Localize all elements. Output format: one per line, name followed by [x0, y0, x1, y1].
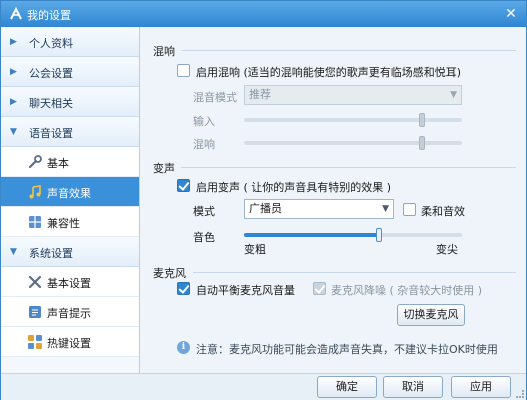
- expand-arrow-icon: ▶: [10, 97, 17, 107]
- expand-arrow-icon: ▶: [10, 37, 17, 47]
- apply-button[interactable]: 应用: [451, 376, 511, 398]
- voice-mode-value: 广播员: [249, 202, 282, 215]
- voice-change-section-title: 变声: [153, 162, 175, 175]
- sidebar-item-label: 声音效果: [47, 187, 91, 200]
- mix-mode-value: 推荐: [249, 88, 271, 101]
- reverb-level-slider[interactable]: [244, 136, 462, 150]
- enable-reverb-checkbox[interactable]: [177, 64, 190, 77]
- sidebar-category-label: 系统设置: [29, 247, 73, 260]
- section-divider: [181, 50, 516, 51]
- cancel-button[interactable]: 取消: [383, 376, 443, 398]
- sidebar-item-compatibility[interactable]: 兼容性: [1, 207, 139, 237]
- sidebar-category-label: 个人资料: [29, 37, 73, 50]
- sidebar-category-voice[interactable]: ▼ 语音设置: [1, 117, 139, 147]
- reverb-section-title: 混响: [153, 45, 175, 58]
- sidebar-category-label: 聊天相关: [29, 97, 73, 110]
- sidebar-item-label: 声音提示: [47, 307, 91, 320]
- input-level-label: 输入: [193, 115, 215, 128]
- sidebar-item-label: 基本设置: [47, 277, 91, 290]
- voice-mode-label: 模式: [193, 205, 215, 218]
- collapse-arrow-icon: ▼: [10, 247, 17, 257]
- section-divider: [193, 272, 516, 273]
- enable-reverb-label: 启用混响 (适当的混响能使您的歌声更有临场感和悦耳): [196, 66, 462, 79]
- mic-section-title: 麦克风: [153, 267, 186, 280]
- app-logo-icon: [10, 6, 22, 20]
- mix-mode-select[interactable]: 推荐 ▼: [244, 85, 462, 105]
- tone-label: 音色: [193, 231, 215, 244]
- input-level-slider[interactable]: [244, 113, 462, 127]
- enable-voice-change-checkbox[interactable]: [177, 179, 190, 192]
- keyboard-icon: [28, 335, 42, 349]
- auto-balance-checkbox[interactable]: [177, 282, 190, 295]
- title-bar[interactable]: 我的设置 ✕: [1, 1, 526, 27]
- noise-reduction-checkbox[interactable]: [313, 282, 326, 295]
- sidebar-item-hotkeys[interactable]: 热键设置: [1, 327, 139, 357]
- section-divider: [181, 167, 516, 168]
- window-title: 我的设置: [27, 9, 71, 22]
- slider-fill: [244, 233, 379, 237]
- voice-mode-select[interactable]: 广播员 ▼: [244, 199, 394, 219]
- sidebar-category-label: 公会设置: [29, 67, 73, 80]
- tone-high-label: 变尖: [436, 243, 458, 256]
- settings-content: 混响 启用混响 (适当的混响能使您的歌声更有临场感和悦耳) 混音模式 推荐 ▼ …: [141, 27, 526, 373]
- slider-thumb[interactable]: [376, 228, 382, 242]
- expand-arrow-icon: ▶: [10, 67, 17, 77]
- sidebar-item-basic-settings[interactable]: 基本设置: [1, 267, 139, 297]
- ok-button[interactable]: 确定: [317, 376, 377, 398]
- sidebar-item-sound-notify[interactable]: 声音提示: [1, 297, 139, 327]
- sidebar-item-label: 基本: [47, 157, 69, 170]
- sidebar-item-label: 兼容性: [47, 217, 80, 230]
- mix-mode-label: 混音模式: [193, 91, 237, 104]
- collapse-arrow-icon: ▼: [10, 127, 17, 137]
- close-button[interactable]: ✕: [502, 5, 520, 23]
- sidebar-category-chat[interactable]: ▶ 聊天相关: [1, 87, 139, 117]
- tone-low-label: 变粗: [244, 243, 266, 256]
- mic-note: 注意：麦克风功能可能会造成声音失真，不建议卡拉OK时使用: [196, 343, 498, 356]
- sidebar-item-label: 热键设置: [47, 337, 91, 350]
- slider-thumb[interactable]: [419, 113, 425, 127]
- auto-balance-label: 自动平衡麦克风音量: [196, 284, 295, 297]
- sidebar-category-system[interactable]: ▼ 系统设置: [1, 237, 139, 267]
- sidebar-category-profile[interactable]: ▶ 个人资料: [1, 27, 139, 57]
- settings-window: 我的设置 ✕ ▶ 个人资料 ▶ 公会设置 ▶ 聊天相关 ▼ 语音设置 基本 声音…: [0, 0, 527, 400]
- settings-sidebar: ▶ 个人资料 ▶ 公会设置 ▶ 聊天相关 ▼ 语音设置 基本 声音效果 兼容性 …: [1, 27, 140, 373]
- tone-slider[interactable]: [244, 228, 462, 242]
- dropdown-arrow-icon: ▼: [450, 90, 457, 100]
- note-icon: [29, 306, 41, 318]
- resize-grip[interactable]: [516, 390, 524, 398]
- dropdown-arrow-icon: ▼: [382, 204, 389, 214]
- sidebar-category-guild[interactable]: ▶ 公会设置: [1, 57, 139, 87]
- sidebar-item-sound-effects[interactable]: 声音效果: [1, 177, 139, 207]
- slider-thumb[interactable]: [419, 136, 425, 150]
- reverb-level-label: 混响: [193, 138, 215, 151]
- sidebar-category-label: 语音设置: [29, 127, 73, 140]
- wrench-icon: [28, 155, 42, 169]
- soft-effect-checkbox[interactable]: [403, 203, 416, 216]
- dialog-footer: 确定 取消 应用: [1, 373, 526, 400]
- soft-effect-label: 柔和音效: [421, 205, 465, 218]
- sidebar-item-basic[interactable]: 基本: [1, 147, 139, 177]
- tools-icon: [28, 275, 42, 289]
- switch-mic-button[interactable]: 切换麦克风: [397, 304, 465, 326]
- info-icon: i: [177, 341, 190, 354]
- music-note-icon: [29, 185, 41, 199]
- enable-voice-change-label: 启用变声 ( 让你的声音具有特别的效果 ): [196, 181, 392, 194]
- grid-icon: [29, 216, 41, 228]
- noise-reduction-label: 麦克风降噪 ( 杂音较大时使用 ): [331, 284, 483, 297]
